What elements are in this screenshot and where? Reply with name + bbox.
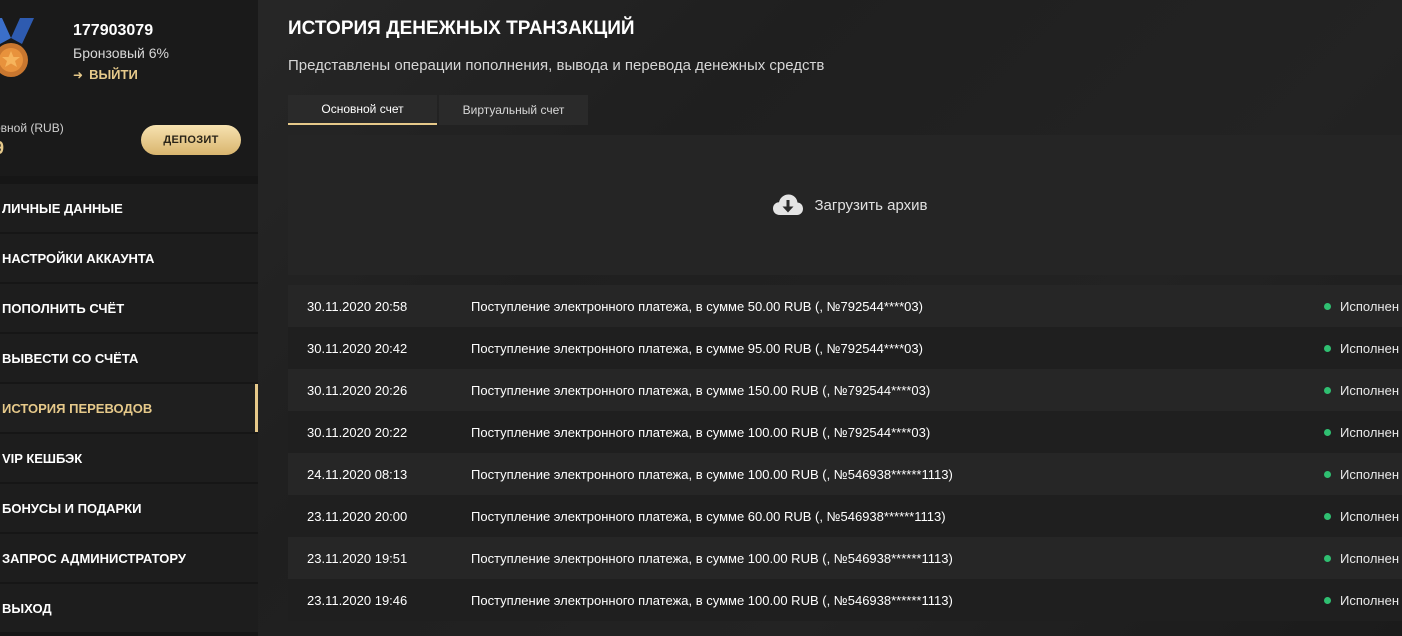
table-row: 30.11.2020 20:42 Поступление электронног… <box>288 327 1402 369</box>
sidebar-item-vip-cashback[interactable]: VIP КЕШБЭК <box>0 434 258 482</box>
transaction-status: Исполнен <box>1324 425 1399 440</box>
transactions-table: 30.11.2020 20:58 Поступление электронног… <box>288 285 1402 621</box>
sidebar-item-transfer-history[interactable]: ИСТОРИЯ ПЕРЕВОДОВ <box>0 384 258 432</box>
status-label: Исполнен <box>1340 424 1400 440</box>
transaction-description: Поступление электронного платежа, в сумм… <box>471 382 931 398</box>
profile-card: 177903079 Бронзовый 6% ➜ ВЫЙТИ овной (RU… <box>0 0 258 176</box>
transaction-description: Поступление электронного платежа, в сумм… <box>471 508 946 524</box>
balance-value: 9 <box>0 138 4 159</box>
deposit-button[interactable]: ДЕПОЗИТ <box>141 125 241 155</box>
transaction-date: 23.11.2020 19:51 <box>307 550 408 566</box>
transaction-description: Поступление электронного платежа, в сумм… <box>471 550 953 566</box>
status-dot-icon <box>1324 596 1331 604</box>
page-title: ИСТОРИЯ ДЕНЕЖНЫХ ТРАНЗАКЦИЙ <box>288 18 635 39</box>
transaction-description: Поступление электронного платежа, в сумм… <box>471 424 931 440</box>
user-id: 177903079 <box>73 22 154 39</box>
transaction-status: Исполнен <box>1324 551 1399 566</box>
transaction-date: 24.11.2020 08:13 <box>307 466 408 482</box>
status-label: Исполнен <box>1340 466 1400 482</box>
transaction-date: 23.11.2020 20:00 <box>307 508 408 524</box>
status-label: Исполнен <box>1340 508 1400 524</box>
sidebar-item-bonuses[interactable]: БОНУСЫ И ПОДАРКИ <box>0 484 258 532</box>
transaction-description: Поступление электронного платежа, в сумм… <box>471 466 953 482</box>
sidebar-item-personal-data[interactable]: ЛИЧНЫЕ ДАННЫЕ <box>0 184 258 232</box>
table-row: 23.11.2020 19:46 Поступление электронног… <box>288 579 1402 621</box>
transaction-date: 30.11.2020 20:22 <box>307 424 408 440</box>
status-label: Исполнен <box>1340 592 1400 608</box>
tab-main-account[interactable]: Основной счет <box>288 95 437 125</box>
status-dot-icon <box>1324 554 1331 562</box>
transaction-description: Поступление электронного платежа, в сумм… <box>471 592 953 608</box>
status-label: Исполнен <box>1340 298 1400 314</box>
transaction-status: Исполнен <box>1324 509 1399 524</box>
main-content: ИСТОРИЯ ДЕНЕЖНЫХ ТРАНЗАКЦИЙ Представлены… <box>288 0 1402 636</box>
download-archive-button[interactable]: Загрузить архив <box>772 193 928 217</box>
account-tabs: Основной счет Виртуальный счет <box>288 95 588 125</box>
sidebar-nav: ЛИЧНЫЕ ДАННЫЕ НАСТРОЙКИ АККАУНТА ПОПОЛНИ… <box>0 184 258 634</box>
sidebar-item-withdraw[interactable]: ВЫВЕСТИ СО СЧЁТА <box>0 334 258 382</box>
sidebar-item-account-settings[interactable]: НАСТРОЙКИ АККАУНТА <box>0 234 258 282</box>
status-label: Исполнен <box>1340 550 1400 566</box>
transaction-date: 30.11.2020 20:42 <box>307 340 408 356</box>
transaction-status: Исполнен <box>1324 383 1399 398</box>
transaction-status: Исполнен <box>1324 467 1399 482</box>
transaction-status: Исполнен <box>1324 593 1399 608</box>
cloud-download-icon <box>773 194 804 215</box>
transaction-date: 23.11.2020 19:46 <box>307 592 408 608</box>
page: 177903079 Бронзовый 6% ➜ ВЫЙТИ овной (RU… <box>0 0 1402 636</box>
status-label: Исполнен <box>1340 340 1400 356</box>
logout-link[interactable]: ➜ ВЫЙТИ <box>73 67 138 82</box>
status-dot-icon <box>1324 512 1331 520</box>
user-level: Бронзовый 6% <box>73 45 169 61</box>
transaction-description: Поступление электронного платежа, в сумм… <box>471 298 923 314</box>
table-row: 30.11.2020 20:58 Поступление электронног… <box>288 285 1402 327</box>
status-dot-icon <box>1324 428 1331 436</box>
tab-virtual-account[interactable]: Виртуальный счет <box>439 95 588 125</box>
transaction-description: Поступление электронного платежа, в сумм… <box>471 340 923 356</box>
table-row: 30.11.2020 20:26 Поступление электронног… <box>288 369 1402 411</box>
sidebar-item-admin-request[interactable]: ЗАПРОС АДМИНИСТРАТОРУ <box>0 534 258 582</box>
logout-label: ВЫЙТИ <box>89 67 138 82</box>
transaction-date: 30.11.2020 20:26 <box>307 382 408 398</box>
bronze-medal-icon <box>0 18 34 77</box>
sidebar: 177903079 Бронзовый 6% ➜ ВЫЙТИ овной (RU… <box>0 0 258 636</box>
transaction-date: 30.11.2020 20:58 <box>307 298 408 314</box>
status-dot-icon <box>1324 302 1331 310</box>
sidebar-item-deposit[interactable]: ПОПОЛНИТЬ СЧЁТ <box>0 284 258 332</box>
page-subtitle: Представлены операции пополнения, вывода… <box>288 57 825 74</box>
status-label: Исполнен <box>1340 382 1400 398</box>
table-row: 23.11.2020 20:00 Поступление электронног… <box>288 495 1402 537</box>
transaction-status: Исполнен <box>1324 341 1399 356</box>
balance-label: овной (RUB) <box>0 121 64 135</box>
transaction-status: Исполнен <box>1324 299 1399 314</box>
sidebar-item-exit[interactable]: ВЫХОД <box>0 584 258 632</box>
status-dot-icon <box>1324 344 1331 352</box>
table-row: 30.11.2020 20:22 Поступление электронног… <box>288 411 1402 453</box>
archive-label: Загрузить архив <box>814 196 928 214</box>
status-dot-icon <box>1324 470 1331 478</box>
table-row: 24.11.2020 08:13 Поступление электронног… <box>288 453 1402 495</box>
table-row: 23.11.2020 19:51 Поступление электронног… <box>288 537 1402 579</box>
logout-icon: ➜ <box>73 67 84 82</box>
status-dot-icon <box>1324 386 1331 394</box>
archive-panel: Загрузить архив <box>288 135 1402 275</box>
